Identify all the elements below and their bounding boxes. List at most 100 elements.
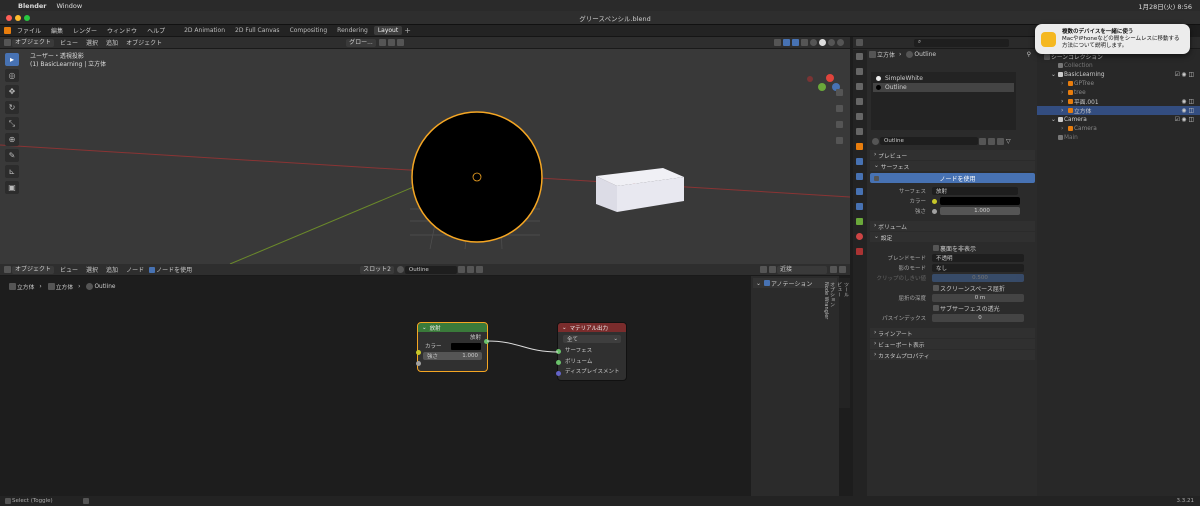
copy-icon[interactable] xyxy=(466,266,474,273)
menu-file[interactable]: ファイル xyxy=(17,26,41,35)
output-displacement-socket[interactable] xyxy=(556,371,561,376)
cursor-tool-icon[interactable]: ◎ xyxy=(5,69,19,82)
outliner-row[interactable]: Main xyxy=(1037,133,1200,142)
tab-layout[interactable]: Layout xyxy=(373,26,403,35)
menu-object[interactable]: オブジェクト xyxy=(126,38,162,47)
render-tab-icon[interactable] xyxy=(856,68,863,75)
node-menu-view[interactable]: ビュー xyxy=(60,265,78,274)
snap-mode-select[interactable]: 近接 xyxy=(777,265,827,274)
breadcrumb-mesh[interactable]: 立方体 xyxy=(56,282,73,291)
section-settings[interactable]: ⌄ 設定 xyxy=(870,232,1035,242)
pan-hand-icon[interactable] xyxy=(836,105,843,112)
outliner-row[interactable]: ⌄ BasicLearning ☑ ◉ ◫ xyxy=(1037,70,1200,79)
surface-shader-select[interactable]: 放射 xyxy=(932,187,1018,195)
emission-node[interactable]: ⌄ 放射 放射 カラー 強さ 1.000 xyxy=(417,322,488,372)
tab-2d-animation[interactable]: 2D Animation xyxy=(180,26,229,35)
surface-color-swatch[interactable] xyxy=(940,197,1020,205)
slot-select[interactable]: スロット2 xyxy=(360,265,394,274)
texture-tab-icon[interactable] xyxy=(856,248,863,255)
transform-tool-icon[interactable]: ⊕ xyxy=(5,133,19,146)
node-menu-add[interactable]: 追加 xyxy=(106,265,118,274)
output-volume-socket[interactable] xyxy=(556,360,561,365)
shading-material-icon[interactable] xyxy=(828,39,835,46)
clip-threshold-field[interactable]: 0.500 xyxy=(932,274,1024,282)
backdrop-icon[interactable] xyxy=(839,266,846,273)
tab-node-wrangler[interactable]: Node Wrangler xyxy=(823,278,829,408)
shading-render-icon[interactable] xyxy=(837,39,844,46)
camera-view-icon[interactable] xyxy=(836,121,843,128)
data-tab-icon[interactable] xyxy=(856,218,863,225)
view-layer-tab-icon[interactable] xyxy=(856,98,863,105)
filter-icon[interactable]: ▽ xyxy=(1006,138,1013,145)
tab-tool[interactable]: ツール xyxy=(843,278,850,408)
shading-solid-icon[interactable] xyxy=(819,39,826,46)
node-mode-select[interactable]: オブジェクト xyxy=(12,265,55,274)
material-output-node[interactable]: ⌄ マテリアル出力 全て ⌄ サーフェス ボリューム ディスプレイスメント xyxy=(558,323,626,380)
breadcrumb-material[interactable]: Outline xyxy=(94,284,115,290)
move-tool-icon[interactable]: ✥ xyxy=(5,85,19,98)
rotate-tool-icon[interactable]: ↻ xyxy=(5,101,19,114)
material-slot-list[interactable]: SimpleWhite Outline xyxy=(871,72,1016,130)
ssr-checkbox[interactable] xyxy=(933,285,939,291)
blend-mode-select[interactable]: 不透明 xyxy=(932,254,1024,262)
window-menu[interactable]: Window xyxy=(57,2,83,10)
section-lineart[interactable]: › ラインアート xyxy=(870,328,1035,338)
node-menu-select[interactable]: 選択 xyxy=(86,265,98,274)
surface-strength-field[interactable]: 1.000 xyxy=(940,207,1020,215)
section-surface[interactable]: ⌄ サーフェス xyxy=(870,161,1035,171)
macos-notification[interactable]: 複数のデバイスを一緒に使う MacやiPhoneなどの間をシームレスに移動する … xyxy=(1035,24,1190,54)
unlink-icon[interactable] xyxy=(997,137,1004,145)
material-browse-icon[interactable] xyxy=(872,137,879,145)
mode-select[interactable]: オブジェクト xyxy=(12,38,55,47)
zoom-icon[interactable] xyxy=(24,14,30,21)
snap-icon[interactable] xyxy=(387,39,395,46)
3d-viewport[interactable]: オブジェクト ビュー 選択 追加 オブジェクト グロー... ユーザー・透視投影… xyxy=(0,37,850,264)
blender-logo-icon[interactable] xyxy=(4,27,11,34)
proportional-icon[interactable] xyxy=(396,39,404,46)
scale-tool-icon[interactable]: ⤡ xyxy=(5,117,19,130)
grid-view-icon[interactable] xyxy=(836,137,843,144)
snap-element-icon[interactable] xyxy=(769,266,776,273)
output-node-header[interactable]: ⌄ マテリアル出力 xyxy=(558,323,626,332)
copy-icon[interactable] xyxy=(988,137,995,145)
editor-type-icon[interactable] xyxy=(4,39,11,46)
menu-view[interactable]: ビュー xyxy=(60,38,78,47)
xray-icon[interactable] xyxy=(801,39,808,46)
sss-checkbox[interactable] xyxy=(933,305,939,311)
tab-options[interactable]: オプション xyxy=(829,278,836,408)
editor-type-icon[interactable] xyxy=(856,39,863,46)
minimize-icon[interactable] xyxy=(15,14,21,21)
section-preview[interactable]: › プレビュー xyxy=(870,150,1035,160)
emission-node-header[interactable]: ⌄ 放射 xyxy=(418,323,487,332)
unlink-icon[interactable] xyxy=(475,266,483,273)
visibility-icon[interactable] xyxy=(774,39,781,46)
overlay-icon[interactable] xyxy=(830,266,837,273)
tab-rendering[interactable]: Rendering xyxy=(333,26,372,35)
snap-icon[interactable] xyxy=(760,266,767,273)
material-datablock-field[interactable]: Outline xyxy=(880,137,978,145)
close-icon[interactable] xyxy=(6,14,12,21)
refraction-depth-field[interactable]: 0 m xyxy=(932,294,1024,302)
emission-strength-field[interactable]: 強さ 1.000 xyxy=(423,352,482,360)
physics-tab-icon[interactable] xyxy=(856,188,863,195)
menu-render[interactable]: レンダー xyxy=(73,26,97,35)
node-menu-node[interactable]: ノード xyxy=(126,265,144,274)
outliner-row-selected[interactable]: › 立方体 ◉ ◫ xyxy=(1037,106,1200,115)
outliner-row[interactable]: Collection xyxy=(1037,61,1200,70)
modifier-tab-icon[interactable] xyxy=(856,158,863,165)
gizmo-icon[interactable] xyxy=(783,39,790,46)
section-viewport-display[interactable]: › ビューポート表示 xyxy=(870,339,1035,349)
tab-view[interactable]: ビュー xyxy=(836,278,843,408)
outliner-row[interactable]: › GPTree xyxy=(1037,79,1200,88)
slot-item-active[interactable]: Outline xyxy=(873,83,1014,92)
menu-window[interactable]: ウィンドウ xyxy=(107,26,137,35)
backface-checkbox[interactable] xyxy=(933,245,939,251)
shader-editor[interactable]: オブジェクト ビュー 選択 追加 ノード ノードを使用 スロット2 Outlin… xyxy=(0,264,850,496)
use-nodes-button[interactable]: ノードを使用 xyxy=(870,173,1035,183)
material-name-field[interactable]: Outline xyxy=(404,265,457,274)
select-tool-icon[interactable]: ▸ xyxy=(5,53,19,66)
menu-help[interactable]: ヘルプ xyxy=(147,26,165,35)
add-cube-tool-icon[interactable]: ▣ xyxy=(5,181,19,194)
pin-icon[interactable] xyxy=(485,266,492,273)
section-custom-properties[interactable]: › カスタムプロパティ xyxy=(870,350,1035,360)
